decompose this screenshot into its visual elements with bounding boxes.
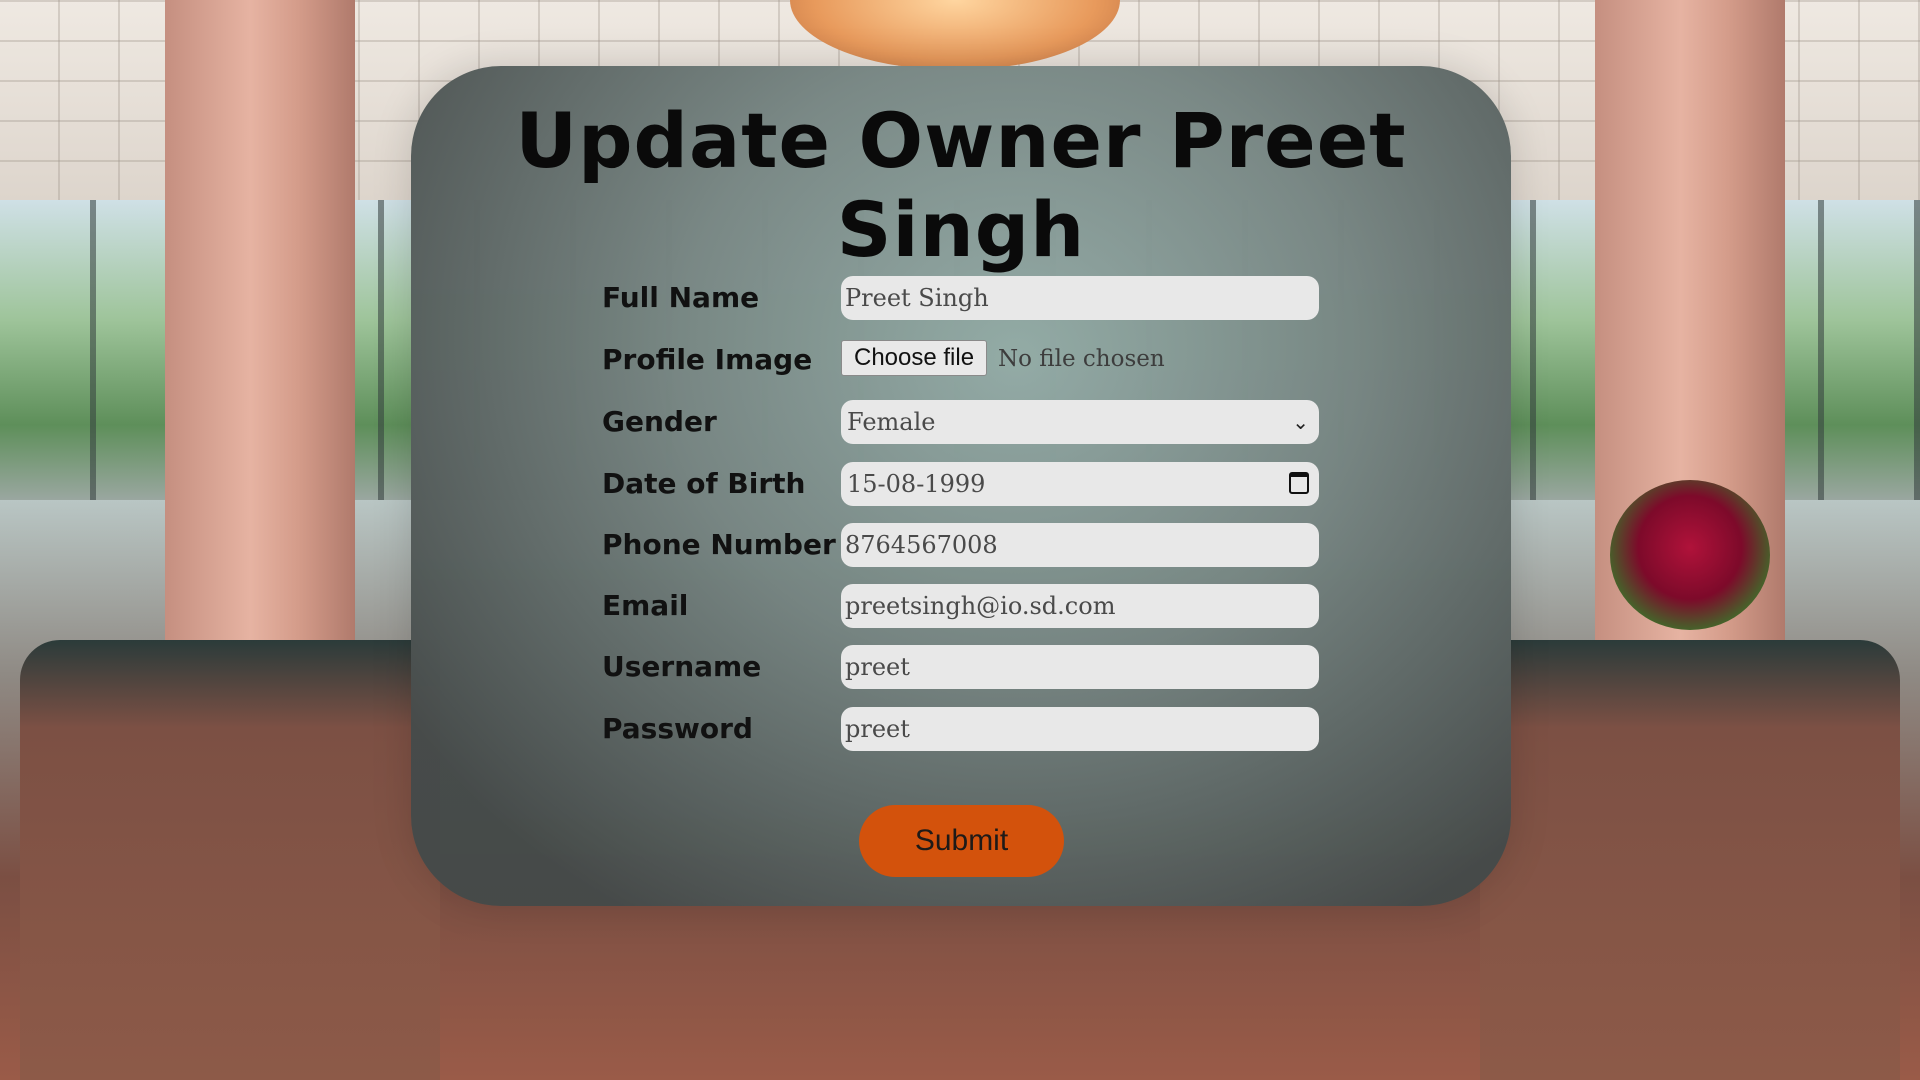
password-input[interactable]: preet: [841, 707, 1319, 751]
form-row-dob: Date of Birth 15-08-1999: [411, 462, 1511, 506]
full-name-label: Full Name: [602, 281, 760, 314]
submit-button[interactable]: Submit: [859, 805, 1064, 877]
password-label: Password: [602, 712, 753, 745]
username-label: Username: [602, 650, 762, 683]
form-row-phone: Phone Number 8764567008: [411, 523, 1511, 567]
form-row-full-name: Full Name Preet Singh: [411, 276, 1511, 320]
phone-label: Phone Number: [602, 528, 836, 561]
profile-image-label: Profile Image: [602, 343, 813, 376]
chevron-down-icon[interactable]: ⌄: [1292, 408, 1309, 436]
form-row-gender: Gender Female ⌄: [411, 400, 1511, 444]
calendar-icon[interactable]: [1289, 472, 1309, 494]
dob-input[interactable]: 15-08-1999: [841, 462, 1319, 506]
dob-input-value[interactable]: 15-08-1999: [841, 462, 1319, 506]
page-title: Update Owner Preet Singh: [515, 96, 1407, 274]
username-input[interactable]: preet: [841, 645, 1319, 689]
email-input[interactable]: preetsingh@io.sd.com: [841, 584, 1319, 628]
background-flowers: [1610, 480, 1770, 630]
phone-input[interactable]: 8764567008: [841, 523, 1319, 567]
choose-file-button[interactable]: Choose file: [841, 340, 988, 376]
background-pillar-left: [165, 0, 355, 640]
form-row-email: Email preetsingh@io.sd.com: [411, 584, 1511, 628]
gender-label: Gender: [602, 405, 717, 438]
form-row-profile-image: Profile Image Choose file No file chosen: [411, 338, 1511, 382]
form-row-username: Username preet: [411, 645, 1511, 689]
file-status-text: No file chosen: [998, 346, 1165, 372]
full-name-input[interactable]: Preet Singh: [841, 276, 1319, 320]
background-desk-right: [1480, 640, 1900, 1080]
gender-select-value[interactable]: Female: [841, 400, 1319, 444]
email-label: Email: [602, 589, 689, 622]
update-owner-form-card: Update Owner Preet Singh Full Name Preet…: [411, 66, 1511, 906]
gender-select[interactable]: Female ⌄: [841, 400, 1319, 444]
background-desk-left: [20, 640, 440, 1080]
dob-label: Date of Birth: [602, 467, 806, 500]
form-row-password: Password preet: [411, 707, 1511, 751]
